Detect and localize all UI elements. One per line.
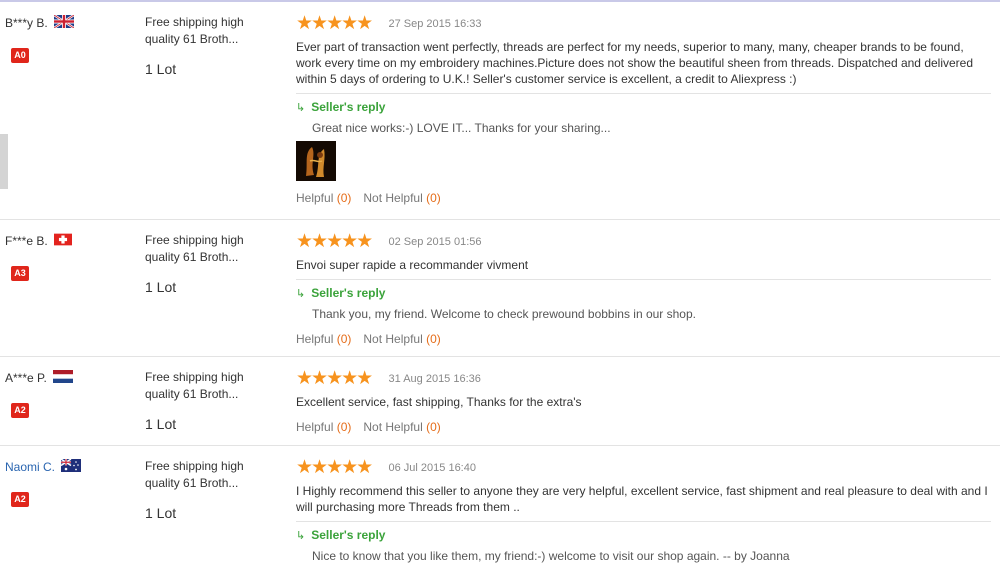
star-rating: ★★★★★ xyxy=(296,231,373,252)
reply-arrow-icon: ↳ xyxy=(296,288,306,300)
review-photo-thumbnail[interactable] xyxy=(296,141,336,181)
review-body: ★★★★★ 02 Sep 2015 01:56 Envoi super rapi… xyxy=(296,231,991,346)
review-comment: Excellent service, fast shipping, Thanks… xyxy=(296,395,582,409)
product-info: Free shipping high quality 61 Broth... 1… xyxy=(145,232,280,295)
reviewer-info: A***e P. A2 xyxy=(5,369,135,418)
reviewer-info: F***e B. A3 xyxy=(5,233,135,281)
review-date: 06 Jul 2015 16:40 xyxy=(388,461,476,474)
reviewer-info: Naomi C. A2 xyxy=(5,458,135,507)
netherlands-flag-icon xyxy=(53,369,74,383)
product-title[interactable]: Free shipping high quality 61 Broth... xyxy=(145,232,280,266)
product-quantity: 1 Lot xyxy=(145,505,177,521)
reviewer-info: B***y B. A0 xyxy=(5,14,135,63)
not-helpful-count: (0) xyxy=(426,420,441,434)
swiss-flag-icon xyxy=(54,233,73,245)
reply-arrow-icon: ↳ xyxy=(296,102,306,114)
product-quantity: 1 Lot xyxy=(145,416,177,432)
product-title[interactable]: Free shipping high quality 61 Broth... xyxy=(145,369,280,403)
not-helpful-count: (0) xyxy=(426,191,441,205)
not-helpful-link[interactable]: Not Helpful (0) xyxy=(363,420,440,434)
review-body: ★★★★★ 06 Jul 2015 16:40 I Highly recomme… xyxy=(296,457,991,564)
reviewer-name[interactable]: Naomi C. xyxy=(5,459,55,475)
seller-reply: ↳ Seller's reply Thank you, my friend. We… xyxy=(296,279,991,322)
helpful-count: (0) xyxy=(336,420,352,434)
helpful-votes: Helpful (0) Not Helpful (0) xyxy=(296,191,991,205)
product-info: Free shipping high quality 61 Broth... 1… xyxy=(145,458,280,521)
star-rating: ★★★★★ xyxy=(296,457,373,478)
seller-reply-label: Seller's reply xyxy=(311,100,386,114)
helpful-count: (0) xyxy=(336,191,352,205)
reviewer-name: A***e P. xyxy=(5,371,47,385)
not-helpful-count: (0) xyxy=(426,332,441,346)
seller-reply-text: Great nice works:-) LOVE IT... Thanks fo… xyxy=(312,121,611,135)
uk-flag-icon xyxy=(54,14,75,28)
review-comment: Envoi super rapide a recommander vivment xyxy=(296,258,529,272)
not-helpful-link[interactable]: Not Helpful (0) xyxy=(363,191,440,205)
helpful-votes: Helpful (0) Not Helpful (0) xyxy=(296,420,991,434)
product-title[interactable]: Free shipping high quality 61 Broth... xyxy=(145,458,280,492)
helpful-count: (0) xyxy=(336,332,352,346)
review-body: ★★★★★ 27 Sep 2015 16:33 Ever part of tra… xyxy=(296,13,991,205)
reply-arrow-icon: ↳ xyxy=(296,530,306,542)
helpful-link[interactable]: Helpful (0) xyxy=(296,191,351,205)
review-body: ★★★★★ 31 Aug 2015 16:36 Excellent servic… xyxy=(296,368,991,434)
reviewer-name: F***e B. xyxy=(5,234,48,248)
star-rating: ★★★★★ xyxy=(296,368,373,389)
seller-reply-text: Thank you, my friend. Welcome to check p… xyxy=(312,307,696,321)
seller-reply: ↳ Seller's reply Nice to know that you li… xyxy=(296,521,991,564)
seller-reply-label: Seller's reply xyxy=(311,286,386,300)
buyer-level-badge: A2 xyxy=(11,492,29,507)
helpful-link[interactable]: Helpful (0) xyxy=(296,332,351,346)
review-item: A***e P. A2 Free shipping high quality 6… xyxy=(0,357,1000,446)
buyer-level-badge: A0 xyxy=(11,48,29,63)
not-helpful-link[interactable]: Not Helpful (0) xyxy=(363,332,440,346)
review-item: F***e B. A3 Free shipping high quality 6… xyxy=(0,220,1000,357)
seller-reply-text: Nice to know that you like them, my frie… xyxy=(312,549,790,563)
australia-flag-icon xyxy=(61,458,82,472)
product-info: Free shipping high quality 61 Broth... 1… xyxy=(145,369,280,432)
review-comment: I Highly recommend this seller to anyone… xyxy=(296,484,988,514)
review-item: Naomi C. A2 Free shipping high quality 6… xyxy=(0,446,1000,569)
review-date: 31 Aug 2015 16:36 xyxy=(388,372,481,385)
seller-reply-label: Seller's reply xyxy=(311,528,386,542)
reviewer-name: B***y B. xyxy=(5,16,48,30)
review-date: 27 Sep 2015 16:33 xyxy=(388,17,482,30)
review-item: B***y B. A0 Free shipping high quality 6… xyxy=(0,2,1000,220)
product-quantity: 1 Lot xyxy=(145,61,177,77)
buyer-level-badge: A3 xyxy=(11,266,29,281)
review-comment: Ever part of transaction went perfectly,… xyxy=(296,40,974,86)
helpful-votes: Helpful (0) Not Helpful (0) xyxy=(296,332,991,346)
seller-reply: ↳ Seller's reply Great nice works:-) LOVE… xyxy=(296,93,991,136)
product-quantity: 1 Lot xyxy=(145,279,177,295)
review-date: 02 Sep 2015 01:56 xyxy=(388,235,482,248)
product-info: Free shipping high quality 61 Broth... 1… xyxy=(145,14,280,77)
buyer-level-badge: A2 xyxy=(11,403,29,418)
helpful-link[interactable]: Helpful (0) xyxy=(296,420,351,434)
star-rating: ★★★★★ xyxy=(296,13,373,34)
product-title[interactable]: Free shipping high quality 61 Broth... xyxy=(145,14,280,48)
